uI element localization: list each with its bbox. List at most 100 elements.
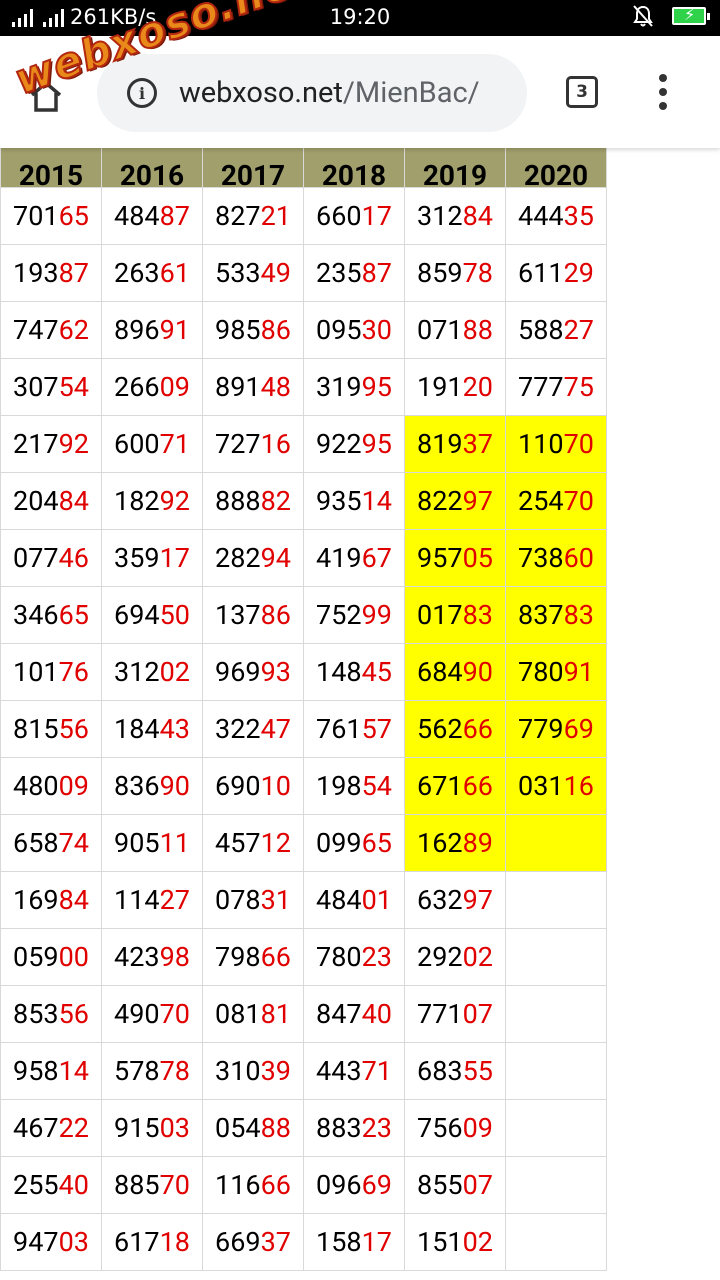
result-prefix: 263 [114, 257, 160, 289]
table-row: 95814 57878 31039 44371 68355 [0, 1042, 607, 1100]
table-row: 25540 88570 11666 09669 85507 [0, 1156, 607, 1214]
result-cell: 48009 [0, 757, 102, 815]
result-suffix: 70 [563, 485, 594, 517]
result-cell: 82297 [404, 472, 506, 530]
result-cell: 07746 [0, 529, 102, 587]
result-prefix: 888 [215, 485, 261, 517]
result-cell: 34665 [0, 586, 102, 644]
result-suffix: 98 [159, 941, 190, 973]
result-suffix: 92 [159, 485, 190, 517]
result-prefix: 815 [13, 713, 59, 745]
table-row: 20484 18292 88882 93514 82297 25470 [0, 472, 607, 530]
bell-muted-icon [633, 5, 653, 27]
result-suffix: 76 [58, 656, 89, 688]
table-row: 10176 31202 96993 14845 68490 78091 [0, 643, 607, 701]
result-cell [505, 985, 607, 1043]
result-cell: 94703 [0, 1213, 102, 1271]
result-cell: 09530 [303, 301, 405, 359]
result-suffix: 46 [58, 542, 89, 574]
result-prefix: 319 [316, 371, 362, 403]
result-suffix: 97 [462, 884, 493, 916]
result-prefix: 312 [417, 200, 463, 232]
table-row: 74762 89691 98586 09530 07188 58827 [0, 301, 607, 359]
result-suffix: 88 [260, 1112, 291, 1144]
url-path: /MienBac/ [342, 76, 480, 110]
table-row: 94703 61718 66937 15817 15102 [0, 1213, 607, 1271]
result-cell: 13786 [202, 586, 304, 644]
tab-switcher-button[interactable]: 3 [566, 76, 598, 108]
result-prefix: 081 [215, 998, 261, 1030]
result-cell: 81556 [0, 700, 102, 758]
result-prefix: 114 [114, 884, 160, 916]
result-suffix: 66 [260, 1169, 291, 1201]
result-cell: 01783 [404, 586, 506, 644]
result-prefix: 756 [417, 1112, 463, 1144]
result-suffix: 20 [462, 371, 493, 403]
result-prefix: 467 [13, 1112, 59, 1144]
address-bar[interactable]: i webxoso.net/MienBac/ [97, 54, 527, 132]
result-cell: 44435 [505, 187, 607, 245]
result-suffix: 03 [58, 1226, 89, 1258]
result-cell [505, 871, 607, 929]
result-cell: 72716 [202, 415, 304, 473]
table-row: 85356 49070 08181 84740 77107 [0, 985, 607, 1043]
result-prefix: 935 [316, 485, 362, 517]
info-icon[interactable]: i [127, 78, 157, 108]
result-prefix: 307 [13, 371, 59, 403]
result-cell: 77775 [505, 358, 607, 416]
result-prefix: 915 [114, 1112, 160, 1144]
result-prefix: 727 [215, 428, 261, 460]
result-suffix: 30 [361, 314, 392, 346]
result-prefix: 137 [215, 599, 261, 631]
result-suffix: 12 [260, 827, 291, 859]
result-suffix: 69 [361, 1169, 392, 1201]
result-cell: 88323 [303, 1099, 405, 1157]
result-prefix: 254 [518, 485, 564, 517]
result-prefix: 738 [518, 542, 564, 574]
result-cell: 31995 [303, 358, 405, 416]
result-cell: 77969 [505, 700, 607, 758]
result-cell: 89148 [202, 358, 304, 416]
result-suffix: 50 [159, 599, 190, 631]
result-suffix: 84 [58, 884, 89, 916]
result-cell: 65874 [0, 814, 102, 872]
result-cell: 66017 [303, 187, 405, 245]
result-cell [505, 928, 607, 986]
more-menu-icon[interactable] [658, 74, 668, 110]
result-cell: 95814 [0, 1042, 102, 1100]
url-text[interactable]: webxoso.net/MienBac/ [179, 76, 480, 110]
result-prefix: 193 [13, 257, 59, 289]
result-cell: 84740 [303, 985, 405, 1043]
result-prefix: 588 [518, 314, 564, 346]
result-suffix: 37 [462, 428, 493, 460]
result-cell: 31284 [404, 187, 506, 245]
result-prefix: 969 [215, 656, 261, 688]
result-prefix: 752 [316, 599, 362, 631]
result-prefix: 116 [215, 1169, 261, 1201]
result-cell: 66937 [202, 1213, 304, 1271]
result-cell: 67166 [404, 757, 506, 815]
result-cell: 26361 [101, 244, 203, 302]
result-prefix: 423 [114, 941, 160, 973]
result-prefix: 184 [114, 713, 160, 745]
result-suffix: 57 [361, 713, 392, 745]
result-prefix: 198 [316, 770, 362, 802]
table-row: 34665 69450 13786 75299 01783 83783 [0, 586, 607, 644]
result-suffix: 29 [563, 257, 594, 289]
result-suffix: 78 [159, 1055, 190, 1087]
result-suffix: 91 [563, 656, 594, 688]
result-suffix: 47 [260, 713, 291, 745]
result-suffix: 54 [361, 770, 392, 802]
result-prefix: 562 [417, 713, 463, 745]
result-cell: 58827 [505, 301, 607, 359]
result-cell: 26609 [101, 358, 203, 416]
result-prefix: 957 [417, 542, 463, 574]
result-suffix: 92 [58, 428, 89, 460]
result-prefix: 779 [518, 713, 564, 745]
result-cell: 89691 [101, 301, 203, 359]
result-prefix: 855 [417, 1169, 463, 1201]
result-suffix: 07 [462, 998, 493, 1030]
result-suffix: 17 [361, 1226, 392, 1258]
result-prefix: 883 [316, 1112, 362, 1144]
result-cell: 75609 [404, 1099, 506, 1157]
